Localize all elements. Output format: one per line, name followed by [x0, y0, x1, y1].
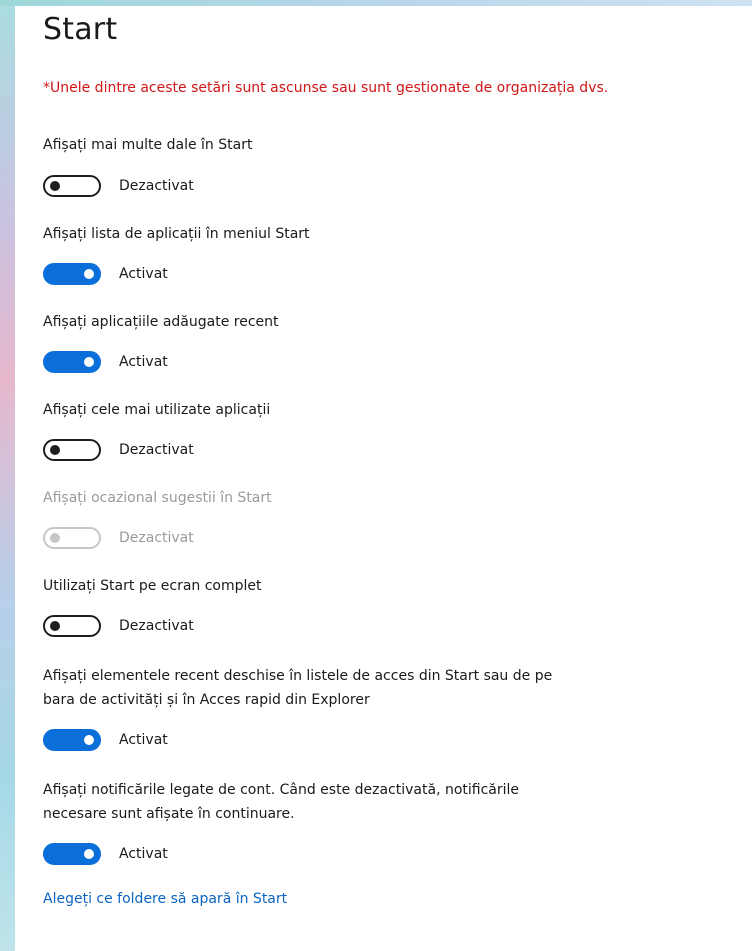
toggle-full-screen-start[interactable] [43, 615, 101, 637]
toggle-state-full-screen-start: Dezactivat [119, 618, 194, 634]
toggle-state-more-tiles: Dezactivat [119, 178, 194, 194]
toggle-app-list[interactable] [43, 263, 101, 285]
setting-label-recent-items-line1: Afișați elementele recent deschise în li… [43, 668, 553, 684]
toggle-knob [50, 533, 60, 543]
toggle-suggestions [43, 527, 101, 549]
toggle-most-used-apps[interactable] [43, 439, 101, 461]
toggle-recently-added-apps[interactable] [43, 351, 101, 373]
toggle-state-account-notifications: Activat [119, 846, 168, 862]
toggle-account-notifications[interactable] [43, 843, 101, 865]
toggle-state-suggestions: Dezactivat [119, 530, 194, 546]
setting-label-account-notifications-line1: Afișați notificările legate de cont. Cân… [43, 782, 520, 798]
toggle-state-recent-items: Activat [119, 732, 168, 748]
toggle-knob [50, 181, 60, 191]
setting-label-suggestions: Afișați ocazional sugestii în Start [43, 490, 272, 506]
setting-label-most-used-apps: Afișați cele mai utilizate aplicații [43, 402, 271, 418]
toggle-knob [84, 269, 94, 279]
organization-managed-notice: *Unele dintre aceste setări sunt ascunse… [43, 80, 609, 96]
toggle-more-tiles[interactable] [43, 175, 101, 197]
choose-folders-link[interactable]: Alegeți ce foldere să apară în Start [43, 891, 287, 907]
setting-label-recent-items-line2: bara de activități și în Acces rapid din… [43, 692, 370, 708]
toggle-knob [50, 445, 60, 455]
setting-label-full-screen-start: Utilizați Start pe ecran complet [43, 578, 262, 594]
toggle-state-recently-added-apps: Activat [119, 354, 168, 370]
toggle-knob [84, 735, 94, 745]
setting-label-app-list: Afișați lista de aplicații în meniul Sta… [43, 226, 310, 242]
settings-panel: Start *Unele dintre aceste setări sunt a… [15, 6, 752, 951]
setting-label-more-tiles: Afișați mai multe dale în Start [43, 137, 253, 153]
toggle-state-app-list: Activat [119, 266, 168, 282]
toggle-knob [84, 357, 94, 367]
toggle-state-most-used-apps: Dezactivat [119, 442, 194, 458]
toggle-recent-items[interactable] [43, 729, 101, 751]
setting-label-recently-added-apps: Afișați aplicațiile adăugate recent [43, 314, 279, 330]
toggle-knob [84, 849, 94, 859]
toggle-knob [50, 621, 60, 631]
setting-label-account-notifications-line2: necesare sunt afișate în continuare. [43, 806, 295, 822]
page-title: Start [43, 12, 118, 47]
